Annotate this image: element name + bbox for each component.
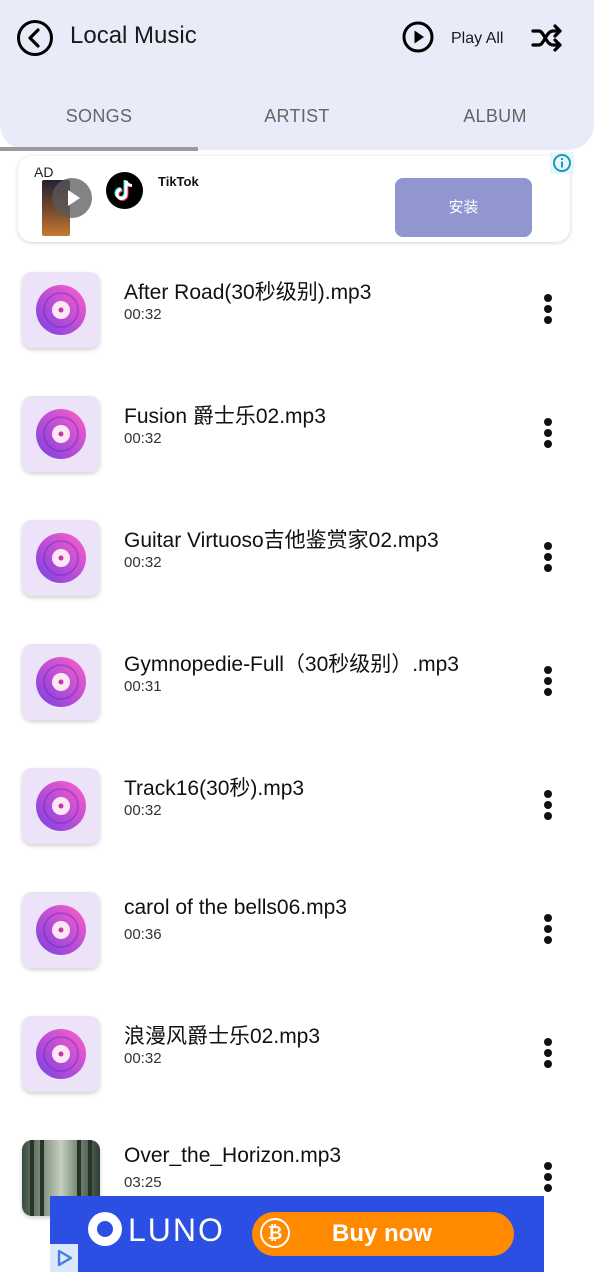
- song-title: carol of the bells06.mp3: [124, 896, 347, 919]
- disc-icon: [22, 520, 100, 596]
- song-title: Gymnopedie-Full（30秒级别）.mp3: [124, 653, 459, 676]
- song-item[interactable]: Track16(30秒).mp3 00:32: [0, 744, 594, 868]
- tab-bar: SONGS ARTIST ALBUM: [0, 96, 594, 136]
- buy-now-label: Buy now: [332, 1220, 432, 1247]
- ad-app-name: TikTok: [158, 174, 199, 189]
- song-title: 浪漫风爵士乐02.mp3: [124, 1025, 321, 1048]
- ad-banner[interactable]: AD TikTok 安装: [18, 156, 570, 242]
- song-item[interactable]: carol of the bells06.mp3 00:36: [0, 868, 594, 992]
- tab-album[interactable]: ALBUM: [396, 106, 594, 127]
- more-options-icon[interactable]: [538, 788, 558, 824]
- disc-icon: [22, 768, 100, 844]
- song-duration: 00:32: [124, 802, 162, 819]
- song-duration: 00:32: [124, 554, 162, 571]
- back-button[interactable]: [16, 19, 54, 57]
- song-duration: 00:32: [124, 430, 162, 447]
- song-item[interactable]: Fusion 爵士乐02.mp3 00:32: [0, 372, 594, 496]
- song-duration: 00:32: [124, 1050, 162, 1067]
- install-button[interactable]: 安装: [395, 178, 532, 237]
- buy-now-button[interactable]: ₿ Buy now: [252, 1212, 514, 1256]
- song-item[interactable]: After Road(30秒级别).mp3 00:32: [0, 248, 594, 372]
- tab-active-indicator: [0, 147, 198, 151]
- play-all-button[interactable]: Play All: [451, 30, 503, 48]
- play-all-icon[interactable]: [402, 21, 434, 53]
- song-title: Track16(30秒).mp3: [124, 777, 305, 800]
- more-options-icon[interactable]: [538, 416, 558, 452]
- more-options-icon[interactable]: [538, 292, 558, 328]
- app-header: Local Music Play All SONGS ARTIST ALBUM: [0, 0, 594, 150]
- song-item[interactable]: 浪漫风爵士乐02.mp3 00:32: [0, 992, 594, 1116]
- more-options-icon[interactable]: [538, 1160, 558, 1196]
- more-options-icon[interactable]: [538, 664, 558, 700]
- tab-songs[interactable]: SONGS: [0, 106, 198, 127]
- tiktok-icon: [106, 172, 143, 209]
- song-title: Over_the_Horizon.mp3: [124, 1144, 342, 1167]
- page-title: Local Music: [70, 22, 197, 49]
- adchoices-icon[interactable]: [50, 1244, 78, 1272]
- song-duration: 00:32: [124, 306, 162, 323]
- luno-logo-icon: [88, 1212, 122, 1246]
- more-options-icon[interactable]: [538, 540, 558, 576]
- more-options-icon[interactable]: [538, 1036, 558, 1072]
- disc-icon: [22, 892, 100, 968]
- bitcoin-icon: ₿: [260, 1218, 290, 1248]
- song-title: Fusion 爵士乐02.mp3: [124, 405, 326, 428]
- song-duration: 00:36: [124, 926, 162, 943]
- disc-icon: [22, 396, 100, 472]
- tab-artist[interactable]: ARTIST: [198, 106, 396, 127]
- song-duration: 00:31: [124, 678, 162, 695]
- bottom-ad-banner[interactable]: LUNO ₿ Buy now: [50, 1196, 544, 1272]
- song-title: After Road(30秒级别).mp3: [124, 281, 372, 304]
- ad-play-icon[interactable]: [52, 178, 92, 218]
- disc-icon: [22, 272, 100, 348]
- luno-brand: LUNO: [128, 1212, 225, 1248]
- ad-info-icon[interactable]: [550, 152, 574, 174]
- disc-icon: [22, 644, 100, 720]
- song-item[interactable]: Guitar Virtuoso吉他鉴赏家02.mp3 00:32: [0, 496, 594, 620]
- disc-icon: [22, 1016, 100, 1092]
- shuffle-icon[interactable]: [530, 22, 564, 54]
- more-options-icon[interactable]: [538, 912, 558, 948]
- song-duration: 03:25: [124, 1174, 162, 1191]
- ad-badge: AD: [34, 164, 54, 180]
- song-item[interactable]: Gymnopedie-Full（30秒级别）.mp3 00:31: [0, 620, 594, 744]
- song-title: Guitar Virtuoso吉他鉴赏家02.mp3: [124, 529, 439, 552]
